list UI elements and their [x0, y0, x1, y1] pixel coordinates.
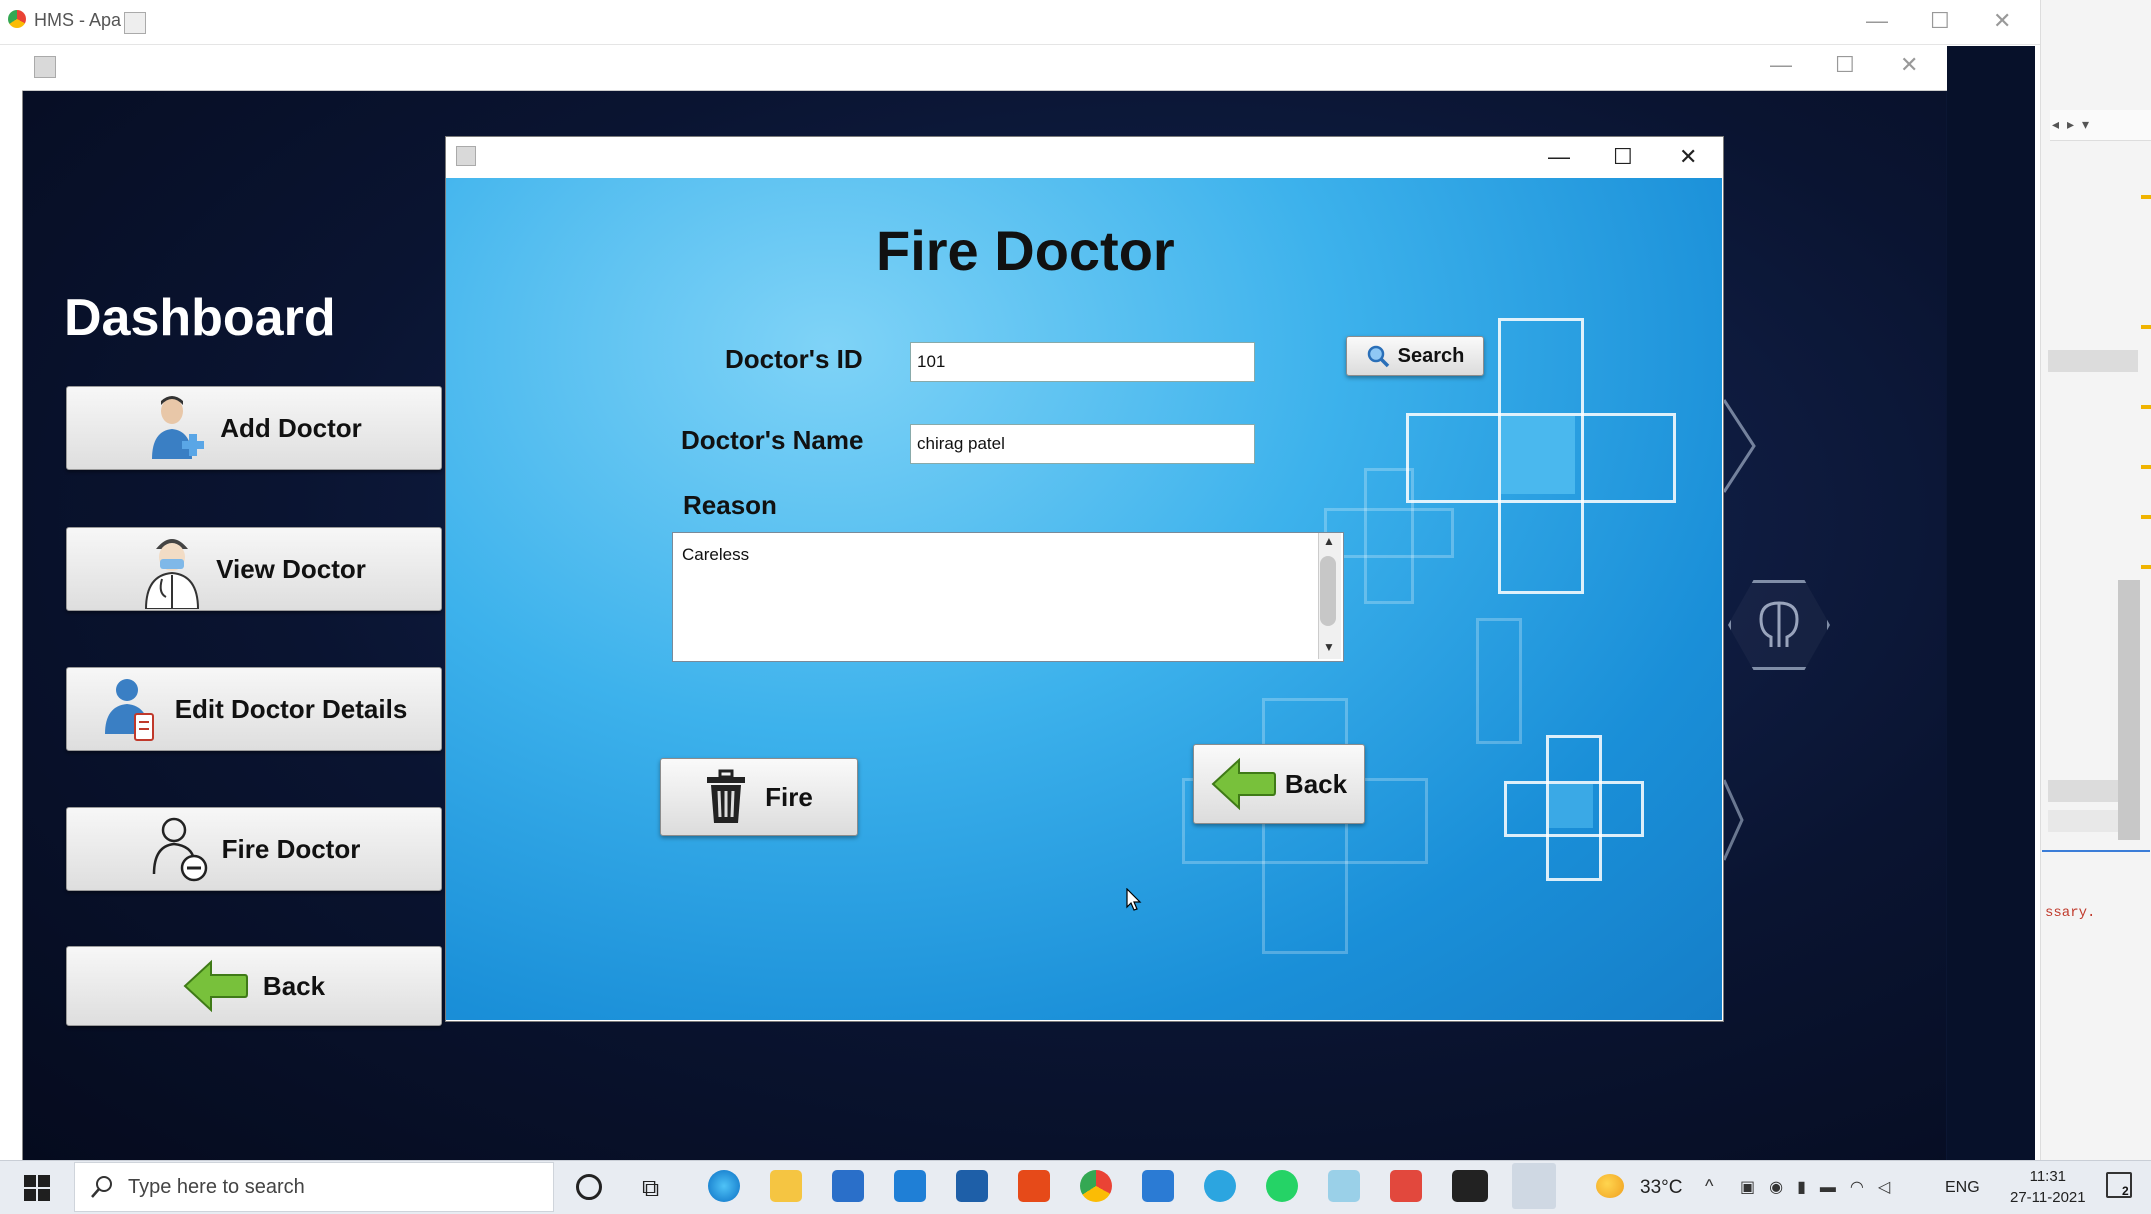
ide-nav-arrows-icon[interactable]: ◂▸▾	[2052, 116, 2097, 133]
app-hex-icon[interactable]	[1390, 1170, 1422, 1202]
maximize-icon[interactable]: ☐	[1613, 144, 1633, 170]
dialog-title: Fire Doctor	[876, 219, 1175, 282]
task-view-icon[interactable]: ⧉	[642, 1175, 659, 1203]
taskbar-search-placeholder: Type here to search	[128, 1176, 305, 1198]
close-icon[interactable]: ✕	[1679, 144, 1697, 170]
ide-scrollbar[interactable]	[2118, 580, 2140, 840]
fire-doctor-button[interactable]: Fire Doctor	[66, 807, 442, 891]
background-window-title: HMS - Apa	[34, 10, 122, 30]
minimize-icon[interactable]: —	[1770, 52, 1792, 78]
dashboard-back-button[interactable]: Back	[66, 946, 442, 1026]
fire-doctor-label: Fire Doctor	[221, 833, 361, 864]
dashboard-titlebar	[22, 46, 1947, 91]
trash-icon	[707, 769, 746, 823]
paint-icon[interactable]	[1328, 1170, 1360, 1202]
telegram-icon[interactable]	[1204, 1170, 1236, 1202]
tray-expand-icon[interactable]: ^	[1705, 1176, 1713, 1197]
background-titlebar	[0, 0, 2040, 45]
reason-scroll-thumb[interactable]	[1320, 556, 1336, 626]
decorative-chevron-icon	[1722, 779, 1744, 861]
view-doctor-label: View Doctor	[216, 553, 366, 584]
back-arrow-icon	[183, 958, 249, 1014]
dialog-titlebar	[446, 137, 1722, 177]
ide-marker	[2141, 515, 2151, 519]
close-icon[interactable]: ✕	[1993, 8, 2011, 34]
tray-icons[interactable]: ▣◉▮▬◠◁	[1740, 1177, 1904, 1197]
chrome-icon	[8, 10, 26, 28]
ide-marker	[2141, 565, 2151, 569]
scroll-up-icon[interactable]: ▲	[1323, 534, 1335, 548]
dell-icon[interactable]	[956, 1170, 988, 1202]
search-button[interactable]: Search	[1346, 336, 1484, 376]
ide-highlight-line	[2048, 350, 2138, 372]
fire-button[interactable]: Fire	[660, 758, 858, 836]
search-icon	[1367, 345, 1389, 368]
add-doctor-label: Add Doctor	[220, 412, 362, 443]
doctor-id-label: Doctor's ID	[725, 344, 863, 374]
minimize-icon[interactable]: —	[1548, 144, 1570, 170]
clock-date: 27-11-2021	[2010, 1189, 2086, 1206]
ide-marker	[2141, 195, 2151, 199]
mysql-icon[interactable]	[1452, 1170, 1488, 1202]
java-app-taskbar-icon[interactable]	[1512, 1163, 1556, 1209]
maximize-icon[interactable]: ☐	[1930, 8, 1950, 34]
java-icon	[456, 146, 476, 166]
dialog-back-button[interactable]: Back	[1193, 744, 1365, 824]
ide-output-text: ssary.	[2045, 905, 2096, 921]
cross-fill	[1549, 784, 1593, 828]
dashboard-title: Dashboard	[64, 289, 336, 347]
java-icon	[124, 12, 146, 34]
fire-label: Fire	[765, 781, 813, 812]
reason-textarea[interactable]	[672, 532, 1344, 662]
search-icon	[91, 1176, 112, 1198]
decorative-cross	[1476, 618, 1522, 744]
temperature-text: 33°C	[1640, 1177, 1683, 1198]
store-icon[interactable]	[832, 1170, 864, 1202]
whatsapp-icon[interactable]	[1266, 1170, 1298, 1202]
java-icon	[34, 56, 56, 78]
maximize-icon[interactable]: ☐	[1835, 52, 1855, 78]
clock-time: 11:31	[2029, 1168, 2067, 1185]
edit-doctor-icon	[101, 674, 161, 744]
add-doctor-icon	[146, 393, 206, 463]
reason-label: Reason	[683, 490, 777, 520]
reason-text: Careless	[682, 545, 750, 564]
doctor-name-label: Doctor's Name	[681, 425, 864, 455]
notification-count: 2	[2122, 1184, 2129, 1198]
mouse-cursor-icon	[1126, 888, 1142, 911]
file-explorer-icon[interactable]	[770, 1170, 802, 1202]
cortana-icon[interactable]	[576, 1174, 602, 1200]
doctor-name-field[interactable]: chirag patel	[910, 424, 1255, 464]
ide-marker	[2141, 325, 2151, 329]
scroll-down-icon[interactable]: ▼	[1323, 640, 1335, 654]
vscode-icon[interactable]	[1142, 1170, 1174, 1202]
add-doctor-button[interactable]: Add Doctor	[66, 386, 442, 470]
windows-start-icon[interactable]	[24, 1175, 50, 1201]
dialog-back-label: Back	[1284, 768, 1348, 799]
minimize-icon[interactable]: —	[1866, 8, 1888, 34]
dark-panel	[1947, 46, 2035, 1160]
edit-doctor-details-label: Edit Doctor Details	[174, 693, 408, 724]
doctor-id-field[interactable]: 101	[910, 342, 1255, 382]
close-icon[interactable]: ✕	[1900, 52, 1918, 78]
mail-icon[interactable]	[894, 1170, 926, 1202]
language-indicator[interactable]: ENG	[1945, 1179, 1980, 1197]
back-arrow-icon	[1211, 757, 1276, 811]
weather-icon[interactable]	[1596, 1174, 1624, 1198]
dashboard-back-label: Back	[262, 970, 326, 1001]
doctor-icon	[142, 529, 202, 610]
office-icon[interactable]	[1018, 1170, 1050, 1202]
decorative-chevron-icon	[1722, 399, 1756, 493]
chrome-icon[interactable]	[1080, 1170, 1112, 1202]
clock[interactable]: 11:31 27-11-2021	[2010, 1166, 2086, 1208]
remove-doctor-icon	[148, 814, 208, 884]
edit-doctor-details-button[interactable]: Edit Doctor Details	[66, 667, 442, 751]
cross-fill	[1501, 416, 1575, 494]
ide-marker	[2141, 465, 2151, 469]
edge-icon[interactable]	[708, 1170, 740, 1202]
ide-panel-divider	[2042, 850, 2150, 852]
search-label: Search	[1397, 344, 1465, 367]
ide-marker	[2141, 405, 2151, 409]
view-doctor-button[interactable]: View Doctor	[66, 527, 442, 611]
